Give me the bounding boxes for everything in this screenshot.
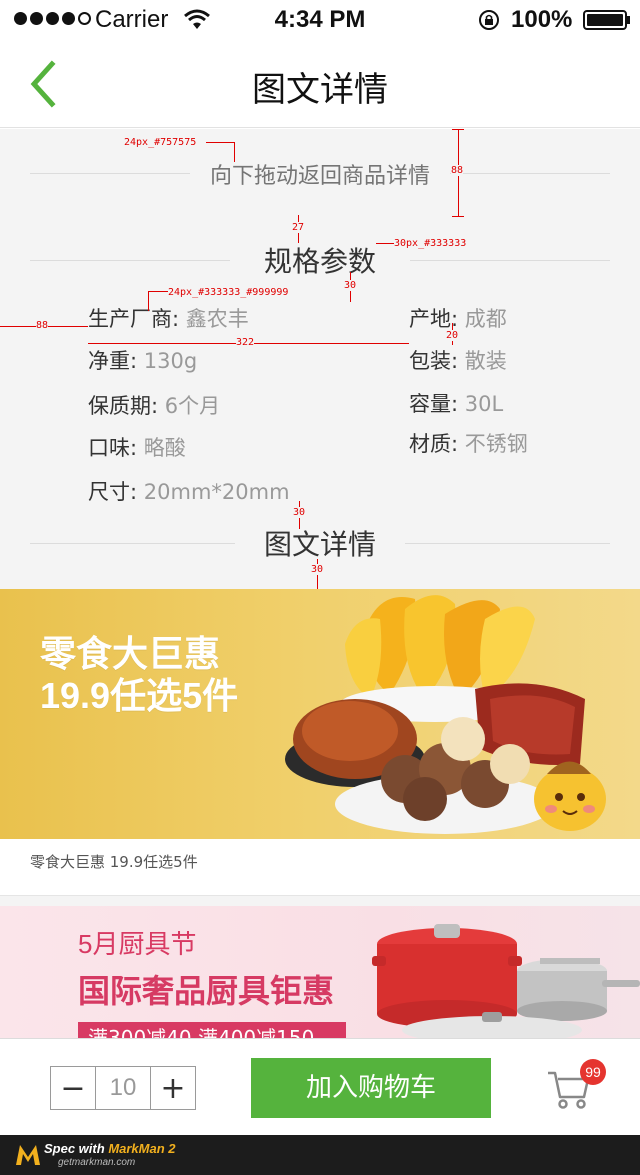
annotation-line <box>206 142 234 143</box>
snack-food-illustration <box>285 595 606 834</box>
annotation-322: 322 <box>236 337 255 348</box>
spec-value: 不锈钢 <box>464 432 528 456</box>
annotation-line <box>148 291 168 292</box>
cart-count-badge: 99 <box>580 1059 606 1085</box>
spec-value: 鑫农丰 <box>185 307 249 331</box>
spec-row-size: 尺寸: 20mm*20mm <box>88 476 290 506</box>
annotation-30-a: 30 <box>344 280 357 291</box>
spec-row-flavor: 口味: 略酸 <box>88 432 186 462</box>
snack-promo-line1: 零食大巨惠 <box>40 633 221 674</box>
spec-section-header: 规格参数 <box>30 245 610 278</box>
markman-footer: Spec with MarkMan 2 getmarkman.com <box>0 1135 640 1175</box>
spec-key: 包装: <box>409 349 459 373</box>
spacer <box>0 896 640 906</box>
quantity-stepper: − 10 + <box>50 1066 196 1110</box>
spec-row-manufacturer: 生产厂商: 鑫农丰 <box>88 303 249 333</box>
spec-value: 30L <box>464 392 504 416</box>
annotation-line <box>452 216 464 217</box>
add-to-cart-button[interactable]: 加入购物车 <box>251 1058 491 1118</box>
annotation-88-left: 88 <box>36 320 49 331</box>
navigation-bar: 图文详情 <box>0 40 640 128</box>
battery-icon <box>583 10 630 30</box>
snack-promo-headline: 零食大巨惠 19.9任选5件 <box>40 633 238 717</box>
spec-row-capacity: 容量: 30L <box>409 388 503 418</box>
quantity-input[interactable]: 10 <box>95 1067 151 1109</box>
snack-promo-banner[interactable]: 零食大巨惠 19.9任选5件 <box>0 589 640 839</box>
spec-value: 6个月 <box>164 394 221 418</box>
spec-row-shelf-life: 保质期: 6个月 <box>88 390 220 420</box>
page-title: 图文详情 <box>252 70 388 110</box>
annotation-title-font: 30px_#333333 <box>394 238 467 249</box>
spec-key: 生产厂商: <box>88 307 180 331</box>
pull-back-hint-text: 向下拖动返回商品详情 <box>209 164 430 189</box>
spec-value: 130g <box>143 349 198 373</box>
annotation-spec-font: 24px_#333333_#999999 <box>168 287 289 298</box>
annotation-88-top: 88 <box>451 165 464 176</box>
decrease-quantity-button[interactable]: − <box>51 1067 95 1109</box>
purchase-bar: − 10 + 加入购物车 99 <box>0 1038 640 1135</box>
snack-promo-caption-row: 零食大巨惠 19.9任选5件 <box>0 839 640 896</box>
pull-back-hint[interactable]: 向下拖动返回商品详情 <box>30 164 610 189</box>
spec-section-title: 规格参数 <box>263 245 376 278</box>
spec-value: 散装 <box>464 349 507 373</box>
battery-percentage: 100% <box>511 6 573 33</box>
annotation-line <box>148 291 149 311</box>
annotation-20: 20 <box>446 330 459 341</box>
cookware-illustration <box>372 924 640 1038</box>
markman-site: getmarkman.com <box>58 1157 136 1168</box>
spec-row-net-weight: 净重: 130g <box>88 345 197 375</box>
cookware-promo-ribbon: 满300减40 满400减150 <box>78 1022 346 1038</box>
annotation-27: 27 <box>292 222 305 233</box>
detail-section-header: 图文详情 <box>30 528 610 561</box>
spec-key: 口味: <box>88 436 138 460</box>
cookware-promo-line1: 5月厨具节 <box>78 929 197 959</box>
increase-quantity-button[interactable]: + <box>151 1067 195 1109</box>
spec-key: 材质: <box>409 432 459 456</box>
spec-with-text: Spec with <box>44 1141 105 1156</box>
spec-value: 略酸 <box>143 436 186 460</box>
spec-row-material: 材质: 不锈钢 <box>409 428 528 458</box>
cookware-promo-banner[interactable]: 5月厨具节 国际奢品厨具钜惠 满300减40 满400减150 <box>0 906 640 1038</box>
annotation-hint-font: 24px_#757575 <box>124 137 197 148</box>
annotation-30-b: 30 <box>293 507 306 518</box>
spec-key: 容量: <box>409 392 459 416</box>
detail-section-title: 图文详情 <box>263 528 376 561</box>
detail-content: 向下拖动返回商品详情 规格参数 生产厂商: 鑫农丰 净重: 130g 保质期: … <box>0 129 640 589</box>
spec-key: 尺寸: <box>88 480 138 504</box>
spec-key: 产地: <box>409 307 459 331</box>
markman-name: MarkMan 2 <box>108 1141 176 1156</box>
snack-promo-line2: 19.9任选5件 <box>40 675 239 716</box>
markman-tagline: Spec with MarkMan 2 <box>44 1141 176 1156</box>
annotation-line <box>376 243 394 244</box>
status-bar: Carrier 4:34 PM 100% <box>0 0 640 40</box>
snack-promo-caption: 零食大巨惠 19.9任选5件 <box>30 853 198 871</box>
spec-row-packaging: 包装: 散装 <box>409 345 507 375</box>
rotation-lock-icon <box>479 10 499 30</box>
annotation-30-c: 30 <box>311 564 324 575</box>
spec-key: 保质期: <box>88 394 159 418</box>
spec-row-origin: 产地: 成都 <box>409 303 507 333</box>
annotation-line <box>234 142 235 162</box>
cookware-promo-line2: 国际奢品厨具钜惠 <box>78 973 335 1009</box>
spec-key: 净重: <box>88 349 138 373</box>
spec-value: 成都 <box>464 307 507 331</box>
markman-logo-icon <box>16 1145 40 1165</box>
spec-value: 20mm*20mm <box>143 480 290 504</box>
